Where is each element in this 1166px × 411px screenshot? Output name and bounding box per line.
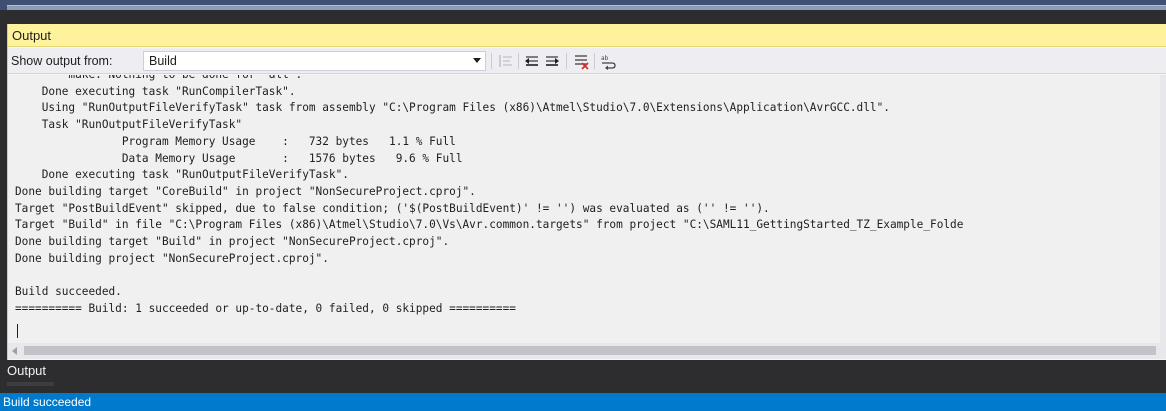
output-line: Done executing task "RunCompilerTask". — [15, 84, 296, 98]
output-toolbar: Show output from: Build ab — [8, 48, 1166, 74]
clear-all-icon[interactable] — [572, 52, 590, 70]
window-top-border-inner — [7, 5, 1166, 10]
output-line: Task "RunOutputFileVerifyTask" — [15, 118, 243, 132]
status-text: Build succeeded — [3, 395, 92, 409]
output-line: Done executing task "RunOutputFileVerify… — [15, 168, 349, 182]
output-line: ========== Build: 1 succeeded or up-to-d… — [15, 301, 516, 315]
output-line: Target "PostBuildEvent" skipped, due to … — [15, 201, 770, 215]
status-bar: Build succeeded — [0, 393, 1166, 411]
horizontal-scrollbar[interactable] — [8, 343, 1166, 359]
show-output-from-label: Show output from: — [11, 54, 113, 68]
window-top-border — [0, 0, 1166, 10]
output-panel-title-bar[interactable]: Output — [8, 24, 1166, 47]
bottom-tab-strip: Output — [0, 360, 1166, 393]
output-text-area[interactable]: make: Nothing to be done for 'all'. Done… — [8, 75, 1161, 343]
output-line: Using "RunOutputFileVerifyTask" task fro… — [15, 101, 890, 115]
output-line: Done building project "NonSecureProject.… — [15, 251, 329, 265]
toolbar-separator — [566, 53, 567, 69]
go-to-previous-message-icon[interactable] — [523, 52, 541, 70]
active-tab-indicator — [7, 382, 54, 386]
output-line: Data Memory Usage : 1576 bytes 9.6 % Ful… — [15, 151, 463, 165]
output-source-dropdown[interactable]: Build — [143, 51, 486, 71]
toggle-word-wrap-icon[interactable]: ab — [599, 52, 617, 70]
output-line: Target "Build" in file "C:\Program Files… — [15, 218, 964, 232]
toolbar-separator — [594, 53, 595, 69]
svg-text:ab: ab — [601, 55, 609, 62]
find-message-in-code-icon[interactable] — [497, 52, 515, 70]
output-line: Done building target "Build" in project … — [15, 235, 450, 248]
output-line: Program Memory Usage : 732 bytes 1.1 % F… — [15, 134, 456, 148]
output-line: Build succeeded. — [15, 285, 122, 299]
output-line: Done building target "CoreBuild" in proj… — [15, 184, 476, 198]
output-window: Output Show output from: Build ab Done e… — [7, 24, 1166, 360]
output-source-value: Build — [149, 54, 177, 68]
go-to-next-message-icon[interactable] — [543, 52, 561, 70]
tab-output[interactable]: Output — [7, 363, 46, 378]
scroll-left-icon[interactable] — [12, 347, 17, 355]
output-line: make: Nothing to be done for 'all'. — [15, 75, 302, 83]
output-panel-title: Output — [12, 28, 52, 43]
horizontal-scroll-thumb[interactable] — [24, 346, 1156, 355]
text-caret — [17, 324, 18, 338]
chevron-down-icon[interactable] — [473, 58, 481, 63]
vertical-scrollbar[interactable] — [1160, 75, 1166, 343]
toolbar-separator — [518, 53, 519, 69]
toolbar-separator — [491, 53, 492, 69]
